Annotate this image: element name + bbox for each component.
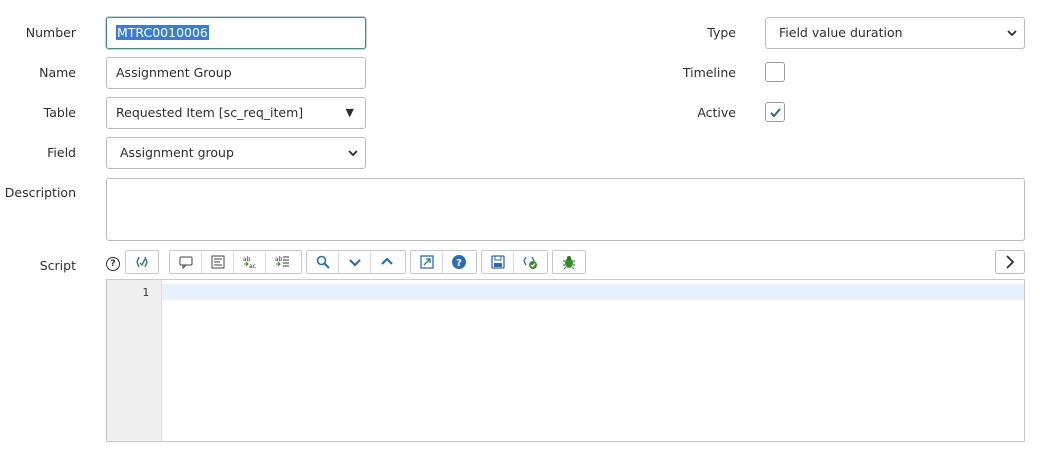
search-icon [316, 255, 330, 269]
toolbar-group-format [125, 250, 159, 274]
comment-icon [179, 256, 192, 270]
help-icon: ? [452, 255, 466, 269]
syntax-check-button[interactable] [514, 251, 546, 273]
description-textarea[interactable] [106, 178, 1025, 241]
format-code-button[interactable] [126, 251, 158, 273]
fullscreen-button[interactable] [411, 251, 443, 273]
replace-icon: abac [243, 256, 256, 270]
svg-text:ab: ab [243, 256, 251, 263]
timeline-label: Timeline [682, 65, 736, 80]
field-select[interactable]: Assignment group [106, 137, 366, 169]
table-value: Requested Item [sc_req_item] [116, 105, 304, 120]
field-select-value: Assignment group [120, 145, 234, 160]
replace-all-icon: ab [275, 256, 289, 267]
timeline-checkbox[interactable] [765, 62, 785, 82]
toolbar-group-search [306, 250, 406, 274]
svg-text:?: ? [456, 258, 462, 269]
name-label: Name [39, 65, 76, 80]
previous-match-icon [381, 257, 393, 265]
script-label: Script [39, 258, 76, 273]
table-reference-field[interactable]: Requested Item [sc_req_item] ▼ [106, 97, 366, 129]
number-value: MTRC0010006 [116, 25, 209, 40]
type-select[interactable]: Field value duration [765, 17, 1025, 49]
type-select-value: Field value duration [779, 25, 903, 40]
format-code-icon [136, 256, 148, 268]
toolbar-group-edit: ab ac ab [169, 250, 302, 274]
svg-text:ac: ac [249, 263, 256, 270]
toolbar-group-save [481, 250, 548, 274]
search-button[interactable] [307, 251, 339, 273]
active-checkbox[interactable] [765, 102, 785, 122]
name-value: Assignment Group [116, 65, 232, 80]
active-label: Active [697, 105, 736, 120]
line-number-gutter: 1 [107, 280, 162, 441]
syntax-check-icon [523, 256, 537, 269]
toolbar-group-view: ? [410, 250, 477, 274]
line-number: 1 [142, 286, 149, 299]
number-input[interactable]: MTRC0010006 [106, 17, 366, 49]
svg-text:ab: ab [275, 256, 283, 263]
chevron-right-icon [1006, 255, 1015, 269]
next-match-button[interactable] [339, 251, 371, 273]
align-left-button[interactable] [202, 251, 234, 273]
table-label: Table [43, 105, 76, 120]
debug-button[interactable] [553, 251, 585, 273]
number-label: Number [25, 25, 76, 40]
chevron-down-icon [348, 150, 358, 157]
active-code-line[interactable] [162, 284, 1024, 300]
script-editor[interactable]: 1 [106, 279, 1025, 442]
name-input[interactable]: Assignment Group [106, 57, 366, 89]
save-icon [490, 255, 505, 269]
next-match-icon [348, 259, 361, 267]
save-button[interactable] [482, 251, 514, 273]
comment-button[interactable] [170, 251, 202, 273]
replace-all-button[interactable]: ab [266, 251, 298, 273]
align-left-icon [211, 255, 224, 269]
type-label: Type [707, 25, 736, 40]
description-label: Description [4, 185, 76, 200]
help-circle-icon[interactable]: ? [106, 257, 120, 271]
fullscreen-icon [419, 255, 434, 269]
replace-button[interactable]: ab ac [234, 251, 266, 273]
chevron-down-icon [1007, 30, 1017, 37]
expand-editor-button[interactable] [995, 250, 1025, 274]
previous-match-button[interactable] [371, 251, 403, 273]
toolbar-group-debug [552, 250, 586, 274]
help-button[interactable]: ? [443, 251, 475, 273]
field-label: Field [47, 145, 76, 160]
debug-bug-icon [563, 256, 575, 270]
triangle-down-icon[interactable]: ▼ [346, 98, 354, 128]
checkmark-icon [770, 108, 781, 118]
